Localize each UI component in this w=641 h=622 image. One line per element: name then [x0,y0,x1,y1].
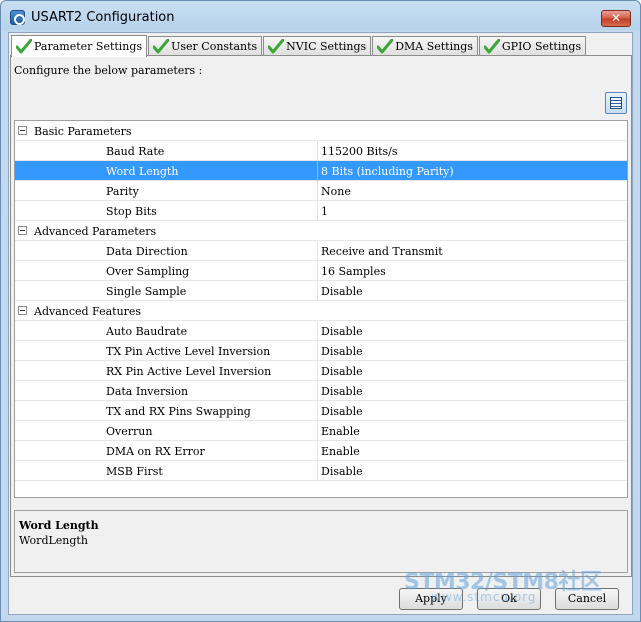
param-name: Single Sample [106,285,187,298]
param-value[interactable]: Disable [321,385,363,398]
tab-user-constants[interactable]: User Constants [148,36,263,56]
tab-label: GPIO Settings [501,40,582,53]
param-value[interactable]: Disable [321,325,363,338]
column-divider [317,361,318,381]
column-divider [317,181,318,201]
column-divider [317,461,318,481]
app-icon [10,10,25,25]
param-name: TX Pin Active Level Inversion [106,345,271,358]
group-row-advanced-features[interactable]: Advanced Features [15,301,627,321]
param-name: Stop Bits [106,205,157,218]
column-divider [317,141,318,161]
check-icon [268,39,285,54]
tab-parameter-settings[interactable]: Parameter Settings [11,35,148,57]
column-divider [317,261,318,281]
description-text: WordLength [19,534,88,547]
param-row-over-sampling[interactable]: Over Sampling 16 Samples [15,261,627,281]
column-divider [317,321,318,341]
param-name: TX and RX Pins Swapping [106,405,251,418]
view-toggle-button[interactable] [605,92,627,114]
tab-label: NVIC Settings [286,40,367,53]
group-title: Advanced Features [34,305,142,318]
tab-label: DMA Settings [395,40,473,53]
column-divider [317,201,318,221]
param-name: DMA on RX Error [106,445,205,458]
tab-gpio-settings[interactable]: GPIO Settings [478,36,587,56]
column-divider [317,441,318,461]
param-value[interactable]: Disable [321,285,363,298]
param-name: Word Length [106,165,179,178]
column-divider [317,241,318,261]
param-row-data-inversion[interactable]: Data Inversion Disable [15,381,627,401]
param-value[interactable]: Disable [321,465,363,478]
group-title: Basic Parameters [34,125,132,138]
group-row-advanced-parameters[interactable]: Advanced Parameters [15,221,627,241]
list-view-icon [610,97,622,109]
check-icon [153,39,170,54]
param-value[interactable]: 1 [321,205,328,218]
param-value[interactable]: Disable [321,405,363,418]
param-row-tx-pin-inversion[interactable]: TX Pin Active Level Inversion Disable [15,341,627,361]
tab-label: Parameter Settings [34,39,143,53]
column-divider [317,421,318,441]
title-bar[interactable]: USART2 Configuration ✕ [1,1,640,33]
param-name: Baud Rate [106,145,165,158]
collapse-icon[interactable] [18,126,27,135]
param-value[interactable]: Disable [321,345,363,358]
parameter-grid: Basic Parameters Baud Rate 115200 Bits/s… [14,120,628,498]
param-name: Data Inversion [106,385,189,398]
param-name: Parity [106,185,139,198]
param-value[interactable]: 8 Bits (including Parity) [321,165,454,178]
param-row-stop-bits[interactable]: Stop Bits 1 [15,201,627,221]
dialog-window: USART2 Configuration ✕ Parameter Setting… [0,0,641,622]
param-name: MSB First [106,465,163,478]
param-row-msb-first[interactable]: MSB First Disable [15,461,627,481]
description-title: Word Length [19,519,99,532]
param-row-parity[interactable]: Parity None [15,181,627,201]
param-name: Auto Baudrate [106,325,188,338]
param-row-pins-swapping[interactable]: TX and RX Pins Swapping Disable [15,401,627,421]
param-value[interactable]: 16 Samples [321,265,386,278]
param-value[interactable]: Enable [321,425,360,438]
param-value[interactable]: Enable [321,445,360,458]
window-title: USART2 Configuration [31,10,175,25]
dialog-client: Parameter Settings User Constants NVIC S… [8,32,633,615]
param-row-baud-rate[interactable]: Baud Rate 115200 Bits/s [15,141,627,161]
tab-nvic-settings[interactable]: NVIC Settings [263,36,372,56]
tab-label: User Constants [171,40,258,53]
param-name: Overrun [106,425,153,438]
column-divider [317,161,318,181]
param-row-overrun[interactable]: Overrun Enable [15,421,627,441]
panel-description: Configure the below parameters : [14,64,203,77]
param-row-rx-pin-inversion[interactable]: RX Pin Active Level Inversion Disable [15,361,627,381]
param-value[interactable]: Disable [321,365,363,378]
param-name: Over Sampling [106,265,190,278]
check-icon [483,39,500,54]
param-name: RX Pin Active Level Inversion [106,365,272,378]
column-divider [317,401,318,421]
tab-dma-settings[interactable]: DMA Settings [372,36,478,56]
collapse-icon[interactable] [18,226,27,235]
param-row-data-direction[interactable]: Data Direction Receive and Transmit [15,241,627,261]
column-divider [317,381,318,401]
param-value[interactable]: 115200 Bits/s [321,145,398,158]
check-icon [16,39,32,54]
param-row-auto-baudrate[interactable]: Auto Baudrate Disable [15,321,627,341]
tab-panel-parameter-settings: Configure the below parameters : Basic P… [10,55,632,577]
check-icon [377,39,394,54]
param-value[interactable]: None [321,185,351,198]
column-divider [317,281,318,301]
param-row-word-length[interactable]: Word Length 8 Bits (including Parity) [15,161,627,181]
watermark-url: www.stmcu.org [431,590,537,604]
collapse-icon[interactable] [18,306,27,315]
param-value[interactable]: Receive and Transmit [321,245,443,258]
param-row-dma-on-rx-error[interactable]: DMA on RX Error Enable [15,441,627,461]
close-button[interactable]: ✕ [601,10,631,27]
param-row-single-sample[interactable]: Single Sample Disable [15,281,627,301]
group-row-basic-parameters[interactable]: Basic Parameters [15,121,627,141]
group-title: Advanced Parameters [34,225,157,238]
param-name: Data Direction [106,245,188,258]
column-divider [317,341,318,361]
tab-strip: Parameter Settings User Constants NVIC S… [11,34,587,57]
